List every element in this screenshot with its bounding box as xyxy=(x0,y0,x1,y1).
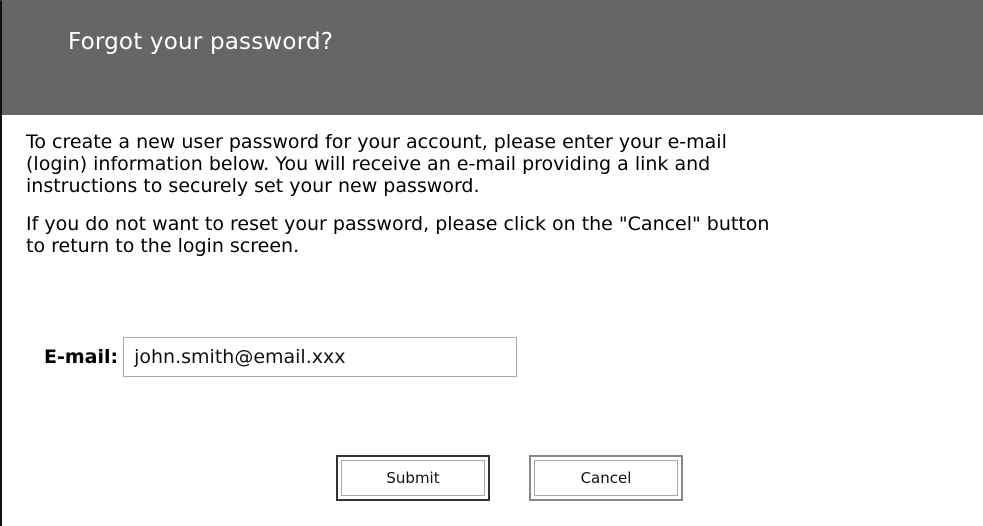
forgot-password-dialog: Forgot your password? To create a new us… xyxy=(0,0,983,526)
dialog-content: To create a new user password for your a… xyxy=(2,115,983,257)
submit-button[interactable]: Submit xyxy=(336,455,490,501)
cancel-note-paragraph: If you do not want to reset your passwor… xyxy=(26,197,976,257)
instructions-line-3: instructions to securely set your new pa… xyxy=(26,175,480,197)
cancel-note-line-2: to return to the login screen. xyxy=(26,235,300,257)
instructions-line-1: To create a new user password for your a… xyxy=(26,131,727,153)
instructions-paragraph: To create a new user password for your a… xyxy=(26,115,976,197)
cancel-note-line-1: If you do not want to reset your passwor… xyxy=(26,213,770,235)
dialog-header: Forgot your password? xyxy=(2,1,983,115)
dialog-title: Forgot your password? xyxy=(68,29,334,55)
email-row: E-mail: xyxy=(44,337,518,377)
email-label: E-mail: xyxy=(44,346,119,368)
instructions-line-2: (login) information below. You will rece… xyxy=(26,153,711,175)
email-field[interactable] xyxy=(123,337,518,377)
cancel-button[interactable]: Cancel xyxy=(529,455,683,501)
